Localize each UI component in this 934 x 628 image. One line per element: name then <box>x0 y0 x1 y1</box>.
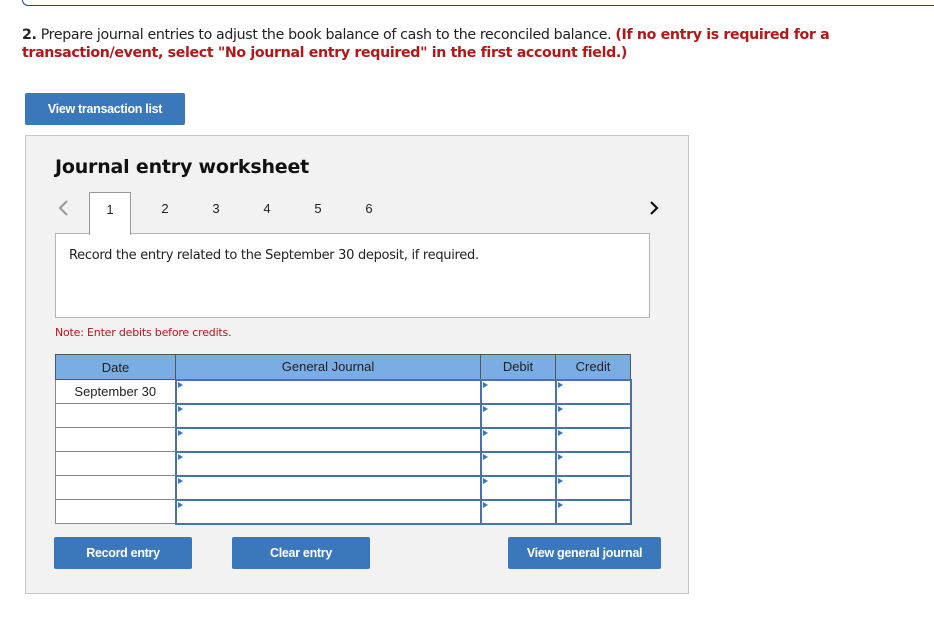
dropdown-marker-icon <box>482 477 488 484</box>
debit-input[interactable] <box>479 474 557 501</box>
account-input[interactable] <box>174 450 482 477</box>
credit-input[interactable] <box>554 426 632 453</box>
account-input[interactable] <box>174 402 482 429</box>
next-arrow-icon[interactable] <box>646 198 662 218</box>
previous-section-frame <box>22 0 934 6</box>
account-input[interactable] <box>174 426 482 453</box>
dropdown-marker-icon <box>557 405 563 412</box>
account-input[interactable] <box>174 474 482 501</box>
table-row <box>55 402 632 429</box>
dropdown-marker-icon <box>557 501 563 508</box>
question-number: 2. <box>22 27 37 43</box>
table-row <box>55 450 632 477</box>
clear-entry-button[interactable]: Clear entry <box>232 537 370 569</box>
dropdown-marker-icon <box>482 381 488 388</box>
header-general-journal: General Journal <box>175 354 481 380</box>
journal-header-row: Date General Journal Debit Credit <box>55 354 631 380</box>
date-cell <box>55 499 176 524</box>
debit-input[interactable] <box>479 498 557 525</box>
date-cell <box>55 475 176 500</box>
tab-3[interactable]: 3 <box>195 192 237 234</box>
journal-entry-worksheet: Journal entry worksheet 1 2 3 4 5 6 Reco… <box>25 135 689 594</box>
dropdown-marker-icon <box>482 429 488 436</box>
account-input[interactable] <box>174 498 482 525</box>
debit-input[interactable] <box>479 378 557 405</box>
dropdown-marker-icon <box>177 477 183 484</box>
prompt-text: Record the entry related to the Septembe… <box>69 248 479 263</box>
header-debit: Debit <box>480 354 556 380</box>
table-row <box>55 474 632 501</box>
note-text: Note: Enter debits before credits. <box>55 326 232 339</box>
dropdown-marker-icon <box>557 381 563 388</box>
dropdown-marker-icon <box>482 501 488 508</box>
dropdown-marker-icon <box>557 477 563 484</box>
header-credit: Credit <box>555 354 631 380</box>
credit-input[interactable] <box>554 474 632 501</box>
question-body: Prepare journal entries to adjust the bo… <box>36 27 616 43</box>
debit-input[interactable] <box>479 402 557 429</box>
debit-input[interactable] <box>479 450 557 477</box>
date-cell <box>55 427 176 452</box>
dropdown-marker-icon <box>482 453 488 460</box>
date-cell <box>55 451 176 476</box>
debit-input[interactable] <box>479 426 557 453</box>
dropdown-marker-icon <box>177 501 183 508</box>
view-transaction-list-button[interactable]: View transaction list <box>25 93 185 125</box>
dropdown-marker-icon <box>557 453 563 460</box>
prev-arrow-icon[interactable] <box>56 198 72 218</box>
tab-5[interactable]: 5 <box>297 192 339 234</box>
tab-1[interactable]: 1 <box>89 192 131 235</box>
table-row <box>55 426 632 453</box>
header-date: Date <box>55 354 176 380</box>
dropdown-marker-icon <box>177 453 183 460</box>
credit-input[interactable] <box>554 498 632 525</box>
record-entry-button[interactable]: Record entry <box>54 537 192 569</box>
prompt-box: Record the entry related to the Septembe… <box>55 233 650 318</box>
tab-4[interactable]: 4 <box>246 192 288 234</box>
dropdown-marker-icon <box>177 405 183 412</box>
dropdown-marker-icon <box>177 381 183 388</box>
tab-6[interactable]: 6 <box>348 192 390 234</box>
question-text: 2. Prepare journal entries to adjust the… <box>22 26 902 62</box>
dropdown-marker-icon <box>557 429 563 436</box>
worksheet-title: Journal entry worksheet <box>55 156 310 178</box>
credit-input[interactable] <box>554 450 632 477</box>
dropdown-marker-icon <box>177 429 183 436</box>
date-cell: September 30 <box>55 379 176 404</box>
table-row: September 30 <box>55 378 632 405</box>
tab-2[interactable]: 2 <box>144 192 186 234</box>
journal-table: Date General Journal Debit Credit Septem… <box>55 354 632 525</box>
credit-input[interactable] <box>554 402 632 429</box>
view-general-journal-button[interactable]: View general journal <box>508 537 661 569</box>
dropdown-marker-icon <box>482 405 488 412</box>
table-row <box>55 498 632 525</box>
account-input[interactable] <box>174 378 482 405</box>
credit-input[interactable] <box>554 378 632 405</box>
date-cell <box>55 403 176 428</box>
